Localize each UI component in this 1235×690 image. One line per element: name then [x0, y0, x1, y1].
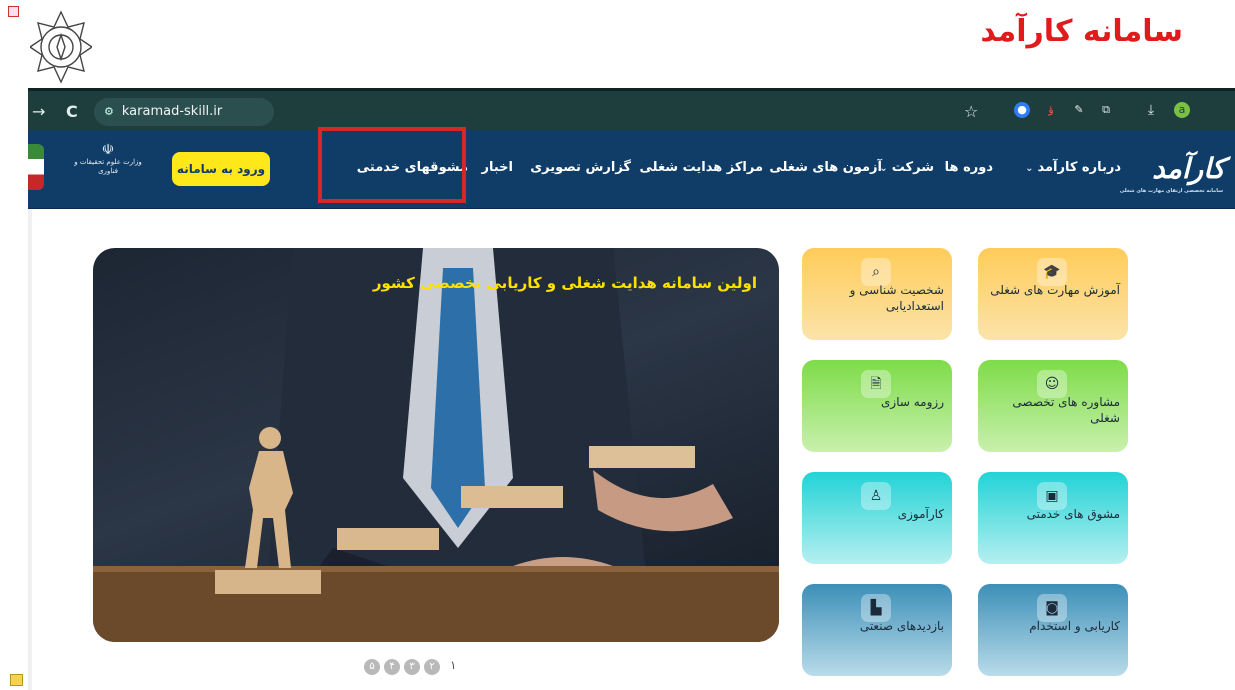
page-dot-active[interactable]: ۱ [450, 658, 456, 672]
flag-emblem-icon [28, 144, 44, 190]
slide-title: سامانه کارآمد [980, 14, 1183, 49]
ministry-logo[interactable]: ☫ وزارت علوم تحقیقات و فناوری [70, 142, 146, 192]
page-dot[interactable]: ۵ [364, 659, 380, 675]
tile-counseling[interactable]: ☺ مشاوره های تخصصی شغلی [978, 360, 1128, 452]
tile-job-skills[interactable]: 🎓 آموزش مهارت های شغلی [978, 248, 1128, 340]
comment-note-icon[interactable] [10, 674, 23, 686]
extension-icon[interactable]: ✎ [1071, 102, 1087, 118]
menu-item-job-tests[interactable]: آزمون های شغلی [769, 160, 882, 175]
site-navbar: ☫ وزارت علوم تحقیقات و فناوری ورود به سا… [28, 130, 1235, 209]
factory-icon: ▙ [861, 594, 891, 622]
highlight-box [318, 127, 466, 203]
site-settings-icon[interactable]: ⚙ [104, 105, 114, 118]
site-logo[interactable]: کارآمد سامانه تخصصی ارتقای مهارت های شغل… [1120, 152, 1226, 194]
reload-icon[interactable]: C [66, 102, 78, 121]
menu-item-about[interactable]: درباره کارآمد⌄ [1025, 160, 1121, 175]
tile-employment[interactable]: ◙ کاریابی و استخدام [978, 584, 1128, 676]
tile-internship[interactable]: ♙ کارآموزی [802, 472, 952, 564]
url-text: karamad-skill.ir [121, 104, 223, 119]
forward-arrow-icon[interactable]: → [32, 102, 45, 121]
job-search-icon: ◙ [1037, 594, 1067, 622]
graduation-cap-icon: 🎓 [1037, 258, 1067, 286]
ornament-emblem-icon [30, 10, 92, 84]
download-icon[interactable]: ⤓ [1143, 102, 1159, 118]
search-icon: ⌕ [861, 258, 891, 286]
chevron-down-icon: ⌄ [879, 163, 888, 174]
tile-resume[interactable]: 🗎 رزومه سازی [802, 360, 952, 452]
presentation-icon: ▣ [1037, 482, 1067, 510]
pdf-marker-icon [8, 6, 19, 17]
counselor-icon: ☺ [1037, 370, 1067, 398]
hero-banner: اولین سامانه هدایت شغلی و کاریابی تخصصی … [93, 248, 779, 642]
tile-industrial-visits[interactable]: ▙ بازدیدهای صنعتی [802, 584, 952, 676]
tile-incentives[interactable]: ▣ مشوق های خدمتی [978, 472, 1128, 564]
chevron-down-icon: ⌄ [1025, 163, 1034, 174]
extensions-puzzle-icon[interactable]: ⧉ [1098, 102, 1114, 118]
browser-toolbar: → C ⚙ karamad-skill.ir ☆ ● ؤ ✎ ⧉ ⤓ a [28, 88, 1235, 133]
login-button[interactable]: ورود به سامانه [172, 152, 270, 186]
carousel-pagination: ۵۴۳۲۱ [364, 654, 456, 675]
extension-icon[interactable]: ؤ [1043, 102, 1059, 118]
hero-title: اولین سامانه هدایت شغلی و کاریابی تخصصی … [372, 274, 757, 292]
page-dot[interactable]: ۳ [404, 659, 420, 675]
page-dot[interactable]: ۴ [384, 659, 400, 675]
menu-item-company[interactable]: شرکت⌄ [879, 160, 934, 175]
tile-personality[interactable]: ⌕ شخصیت شناسی و استعدادیابی [802, 248, 952, 340]
extension-icon[interactable]: ● [1014, 102, 1030, 118]
menu-item-news[interactable]: اخبار [482, 160, 514, 175]
hero-image [93, 248, 779, 642]
star-icon[interactable]: ☆ [964, 102, 978, 121]
profile-avatar-icon[interactable]: a [1174, 102, 1190, 118]
address-bar[interactable]: ⚙ karamad-skill.ir [94, 98, 274, 126]
trainee-icon: ♙ [861, 482, 891, 510]
menu-item-photo-report[interactable]: گزارش تصویری [530, 160, 631, 175]
document-icon: 🗎 [861, 370, 891, 398]
menu-item-courses[interactable]: دوره ها [945, 160, 993, 175]
menu-item-career-centers[interactable]: مراکز هدایت شغلی [640, 160, 764, 175]
ministry-emblem-icon: ☫ [101, 142, 115, 158]
page-dot[interactable]: ۲ [424, 659, 440, 675]
